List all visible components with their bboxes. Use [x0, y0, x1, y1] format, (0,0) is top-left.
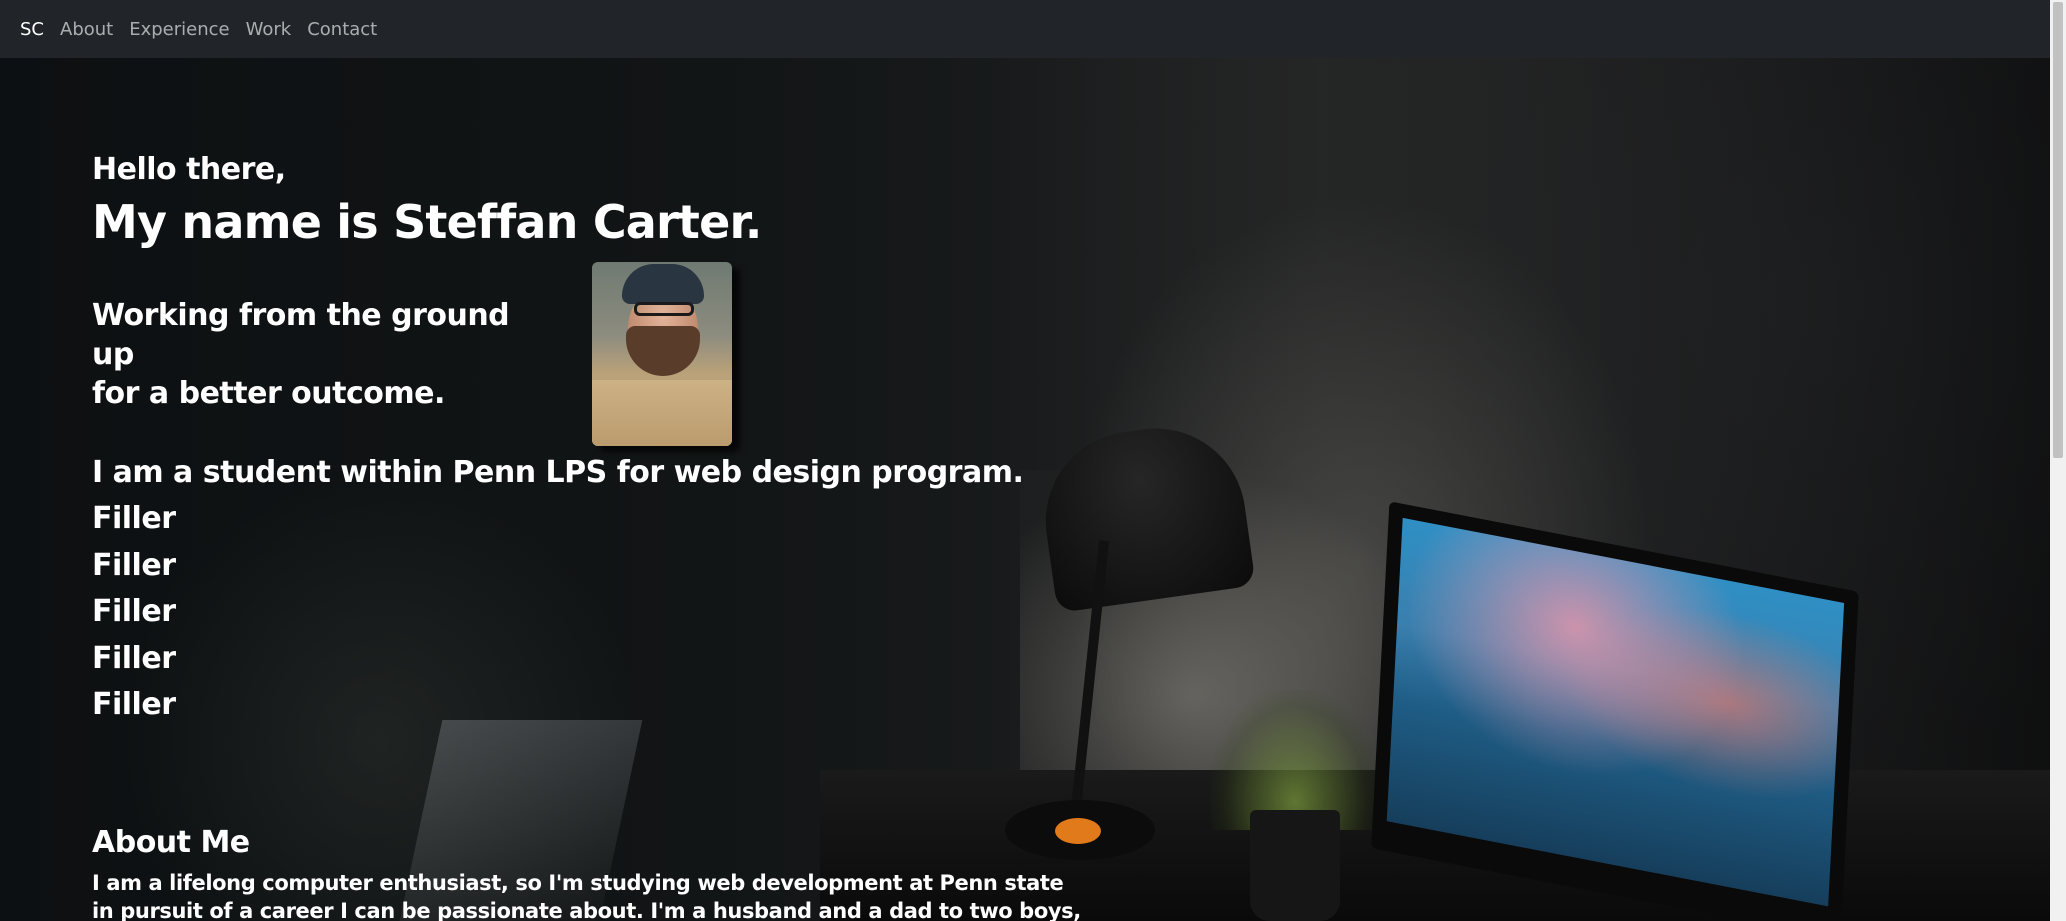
portrait-beard: [626, 326, 700, 376]
nav-link-contact[interactable]: Contact: [307, 19, 377, 40]
hero-tagline: Working from the ground up for a better …: [92, 296, 552, 413]
main-content: Hello there, My name is Steffan Carter. …: [92, 150, 1092, 921]
portrait-jacket: [592, 380, 732, 446]
profile-photo-icon: [592, 262, 732, 446]
hero-tagline-line1: Working from the ground up: [92, 298, 510, 372]
background-plant-pot: [1250, 810, 1340, 921]
filler-line: Filler: [92, 594, 176, 629]
navbar-brand[interactable]: SC: [20, 19, 44, 40]
portrait-hat: [622, 264, 704, 304]
hero-name: My name is Steffan Carter.: [92, 195, 762, 249]
hero-greeting: Hello there,: [92, 152, 286, 187]
top-navbar: SC About Experience Work Contact: [0, 0, 2050, 58]
page: SC About Experience Work Contact Hello t…: [0, 0, 2066, 921]
about-heading: About Me: [92, 824, 250, 860]
nav-link-experience[interactable]: Experience: [129, 19, 229, 40]
nav-link-about[interactable]: About: [60, 19, 113, 40]
background-monitor-screen: [1386, 517, 1845, 907]
filler-line: Filler: [92, 640, 176, 676]
filler-line: Filler: [92, 501, 176, 536]
hero-tagline-line2: for a better outcome.: [92, 376, 445, 411]
filler-line: Filler: [92, 547, 176, 583]
scrollbar-thumb[interactable]: [2053, 2, 2063, 458]
about-text: I am a lifelong computer enthusiast, so …: [92, 870, 1081, 921]
background-plant-leaves: [1210, 690, 1380, 830]
portrait-glasses: [634, 302, 694, 316]
filler-line: Filler: [92, 687, 176, 722]
hero-student-line: I am a student within Penn LPS for web d…: [92, 455, 1024, 490]
nav-link-work[interactable]: Work: [246, 19, 292, 40]
page-scrollbar[interactable]: [2050, 0, 2066, 921]
hero-tagline-row: Working from the ground up for a better …: [92, 250, 1092, 450]
